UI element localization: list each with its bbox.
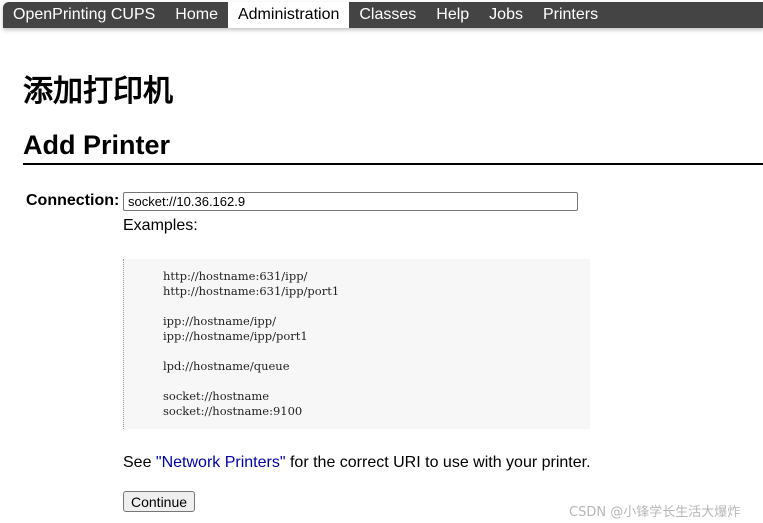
examples-list: http://hostname:631/ipp/ http://hostname…	[163, 269, 340, 418]
page-title: 添加打印机	[23, 74, 173, 109]
hint-before: See	[123, 454, 156, 471]
nav-item-printers[interactable]: Printers	[533, 2, 608, 28]
section-heading: Add Printer	[23, 130, 171, 160]
nav-item-home[interactable]: Home	[165, 2, 228, 28]
top-navbar: OpenPrinting CUPS Home Administration Cl…	[3, 2, 763, 28]
continue-button[interactable]: Continue	[123, 491, 196, 512]
connection-input[interactable]	[123, 192, 578, 211]
examples-box: http://hostname:631/ipp/ http://hostname…	[123, 259, 590, 429]
connection-label: Connection:	[26, 192, 120, 209]
nav-item-help[interactable]: Help	[426, 2, 479, 28]
hint-text: See "Network Printers" for the correct U…	[123, 454, 591, 472]
nav-item-classes[interactable]: Classes	[349, 2, 426, 28]
hint-after: for the correct URI to use with your pri…	[285, 454, 591, 471]
watermark: CSDN @小锋学长生活大爆炸	[569, 505, 741, 520]
nav-item-jobs[interactable]: Jobs	[479, 2, 533, 28]
examples-label: Examples:	[123, 217, 198, 234]
network-printers-link[interactable]: "Network Printers"	[156, 454, 286, 471]
nav-brand[interactable]: OpenPrinting CUPS	[3, 2, 165, 28]
nav-item-administration[interactable]: Administration	[227, 2, 350, 28]
heading-divider	[23, 163, 763, 165]
